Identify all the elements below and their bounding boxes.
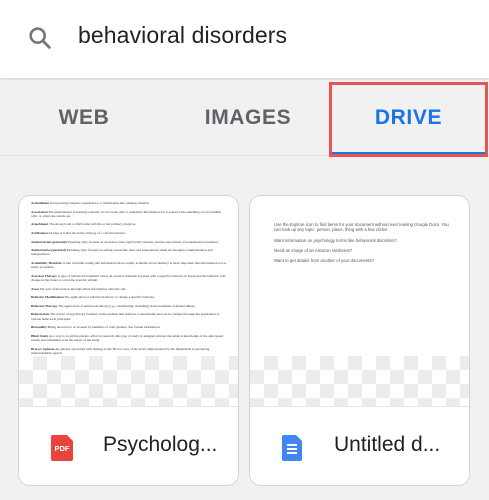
preview-line: Authoritative (parental) Parenting style… bbox=[31, 248, 227, 256]
preview-line: Association The phenomenon in learning w… bbox=[31, 210, 227, 218]
thumbnail-text: Assimilation Incorporating adaptive expe… bbox=[31, 201, 227, 368]
preview-line: Attachment The strong bond a child forms… bbox=[31, 222, 227, 226]
preview-line: Attribution An idea or belief about the … bbox=[31, 231, 227, 235]
preview-definition: The part of the neuron through which inf… bbox=[39, 286, 127, 291]
preview-definition: The application of behavioral theory to … bbox=[64, 295, 155, 300]
preview-term: Behavior Modification bbox=[31, 295, 64, 300]
result-card-untitled-doc[interactable]: Use the Explore icon to find items for y… bbox=[249, 195, 470, 486]
preview-line: Bisexuality Being attracted to or arouse… bbox=[31, 325, 227, 329]
document-thumbnail: Use the Explore icon to find items for y… bbox=[250, 196, 469, 406]
pdf-icon: PDF bbox=[51, 435, 73, 461]
preview-line: Behavior Therapy The application of beha… bbox=[31, 304, 227, 308]
preview-definition: The application of behavioral theory (e.… bbox=[58, 303, 196, 308]
card-footer: PDF Psycholog... bbox=[19, 406, 238, 485]
preview-line: Need an image of an Amazon rainforest? bbox=[274, 247, 353, 253]
tab-web[interactable]: WEB bbox=[0, 80, 168, 156]
preview-term: Attachment bbox=[31, 222, 49, 227]
preview-line: Authoritarian (parental) Parenting style… bbox=[31, 240, 227, 244]
preview-line: Assimilation Incorporating adaptive expe… bbox=[31, 201, 227, 205]
preview-definition: Being attracted to or aroused by members… bbox=[47, 325, 161, 330]
preview-term: Behavior Therapy bbox=[31, 303, 58, 308]
result-card-psychology-pdf[interactable]: Assimilation Incorporating adaptive expe… bbox=[18, 195, 239, 486]
thumbnail-text: Use the Explore icon to find items for y… bbox=[274, 222, 450, 268]
file-name[interactable]: Untitled d... bbox=[334, 433, 464, 457]
preview-term: Assimilation bbox=[31, 201, 50, 205]
preview-line: Broca's Aphasia An aphasia associated wi… bbox=[31, 347, 227, 355]
tab-drive[interactable]: DRIVE bbox=[328, 80, 489, 156]
thumbnail-fade bbox=[250, 356, 469, 406]
preview-line: Aversion Therapy A type of behavioral tr… bbox=[31, 274, 227, 282]
preview-line: Want to get details from another of your… bbox=[274, 258, 374, 264]
preview-line: Behavior Modification The application of… bbox=[31, 295, 227, 299]
google-docs-icon bbox=[282, 435, 302, 461]
preview-definition: Incorporating adaptive experiences, or i… bbox=[49, 201, 150, 205]
preview-line: Behaviorism The school of psychology fou… bbox=[31, 312, 227, 320]
tab-bar: WEB IMAGES DRIVE bbox=[0, 80, 489, 156]
preview-line: Availability Heuristic A rule of thumb s… bbox=[31, 261, 227, 269]
preview-line: Blind Study As a way to avoid the placeb… bbox=[31, 334, 227, 342]
thumbnail-fade bbox=[19, 356, 238, 406]
preview-definition: The phenomenon in learning whereby we ar… bbox=[31, 209, 222, 218]
search-icon[interactable] bbox=[26, 24, 54, 52]
preview-definition: The strong bond a child forms with his o… bbox=[48, 222, 137, 227]
preview-definition: The school of psychology founded on the … bbox=[31, 312, 220, 321]
tab-images[interactable]: IMAGES bbox=[168, 80, 328, 156]
preview-line: Want information on psychology terms lik… bbox=[274, 237, 397, 243]
active-tab-indicator bbox=[332, 152, 485, 155]
preview-definition: An idea or belief about the etiology of … bbox=[48, 230, 126, 235]
search-bar[interactable]: behavioral disorders bbox=[0, 0, 489, 78]
preview-definition: As a way to avoid the placebo effect in … bbox=[31, 333, 224, 342]
document-thumbnail: Assimilation Incorporating adaptive expe… bbox=[19, 196, 238, 406]
preview-definition: A type of behavioral treatment where an … bbox=[31, 273, 226, 282]
file-name[interactable]: Psycholog... bbox=[103, 433, 233, 457]
preview-term: Attribution bbox=[31, 230, 48, 235]
preview-definition: Parenting style focused on excessive rul… bbox=[67, 239, 220, 244]
preview-term: Bisexuality bbox=[31, 325, 48, 330]
search-query[interactable]: behavioral disorders bbox=[78, 22, 287, 49]
preview-term: Authoritarian (parental) bbox=[31, 239, 67, 244]
preview-line: Axon The part of the neuron through whic… bbox=[31, 287, 227, 291]
preview-definition: An aphasia associated with damage to the… bbox=[31, 346, 210, 355]
preview-line: Use the Explore icon to find items for y… bbox=[274, 222, 449, 233]
card-footer: Untitled d... bbox=[250, 406, 469, 485]
preview-term: Axon bbox=[31, 286, 39, 291]
